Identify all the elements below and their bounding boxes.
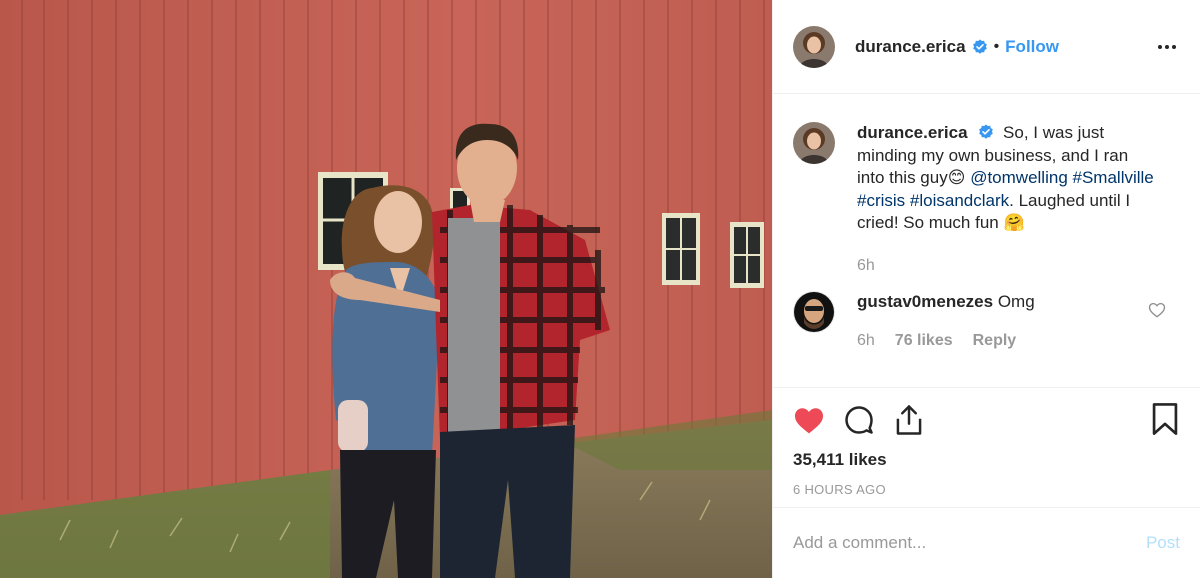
author-avatar[interactable] <box>793 25 835 68</box>
comment-input[interactable] <box>793 533 1146 553</box>
mention-link[interactable]: @tomwelling <box>970 168 1068 187</box>
smile-emoji: 😊 <box>947 168 966 187</box>
like-button[interactable] <box>793 404 825 436</box>
commenter-avatar[interactable] <box>793 291 835 333</box>
follow-button[interactable]: Follow <box>1005 37 1059 57</box>
caption-author-avatar[interactable] <box>793 122 835 164</box>
author-username[interactable]: durance.erica <box>855 37 966 57</box>
comment-icon <box>845 406 873 434</box>
comment-body: Omg <box>997 292 1035 311</box>
verified-badge-icon <box>972 39 987 54</box>
header-separator: • <box>993 37 1000 55</box>
likes-count[interactable]: 35,411 likes <box>793 450 1180 470</box>
post-actions: 35,411 likes 6 HOURS AGO <box>773 387 1200 507</box>
comment-likes[interactable]: 76 likes <box>895 330 953 353</box>
caption-text: durance.erica So, I was just minding my … <box>857 122 1157 277</box>
heart-icon[interactable] <box>1148 301 1166 319</box>
comment-text: gustav0menezes Omg 6h 76 likes Reply <box>857 291 1157 352</box>
post-comment-button[interactable]: Post <box>1146 533 1180 553</box>
add-comment-bar: Post <box>773 507 1200 578</box>
reply-button[interactable]: Reply <box>973 330 1017 353</box>
caption-meta: 6h <box>857 255 1157 278</box>
caption-time[interactable]: 6h <box>857 255 875 278</box>
comment-meta: 6h 76 likes Reply <box>857 330 1157 353</box>
more-options-icon[interactable] <box>1158 38 1180 56</box>
share-icon <box>896 405 922 435</box>
comment-item: gustav0menezes Omg 6h 76 likes Reply <box>793 291 1180 352</box>
comment-button[interactable] <box>843 404 875 436</box>
hashtag-link[interactable]: #Smallville <box>1073 168 1154 187</box>
comments-section: durance.erica So, I was just minding my … <box>773 94 1200 387</box>
post-photo[interactable] <box>0 0 772 578</box>
post-sidebar: durance.erica • Follow durance.erica So,… <box>772 0 1200 578</box>
heart-icon <box>795 408 823 434</box>
post-timestamp: 6 HOURS AGO <box>793 482 886 497</box>
share-button[interactable] <box>893 404 925 436</box>
caption-comment: durance.erica So, I was just minding my … <box>793 122 1180 277</box>
caption-username[interactable]: durance.erica <box>857 123 968 142</box>
post-header: durance.erica • Follow <box>773 0 1200 94</box>
action-icons <box>793 388 1180 450</box>
hashtag-link[interactable]: #loisandclark <box>910 191 1009 210</box>
comment-time[interactable]: 6h <box>857 330 875 353</box>
verified-badge-icon <box>979 124 994 139</box>
hug-emoji: 🤗 <box>1003 213 1025 232</box>
post-image <box>0 0 772 578</box>
hashtag-link[interactable]: #crisis <box>857 191 905 210</box>
commenter-username[interactable]: gustav0menezes <box>857 292 993 311</box>
bookmark-icon[interactable] <box>1150 402 1180 436</box>
